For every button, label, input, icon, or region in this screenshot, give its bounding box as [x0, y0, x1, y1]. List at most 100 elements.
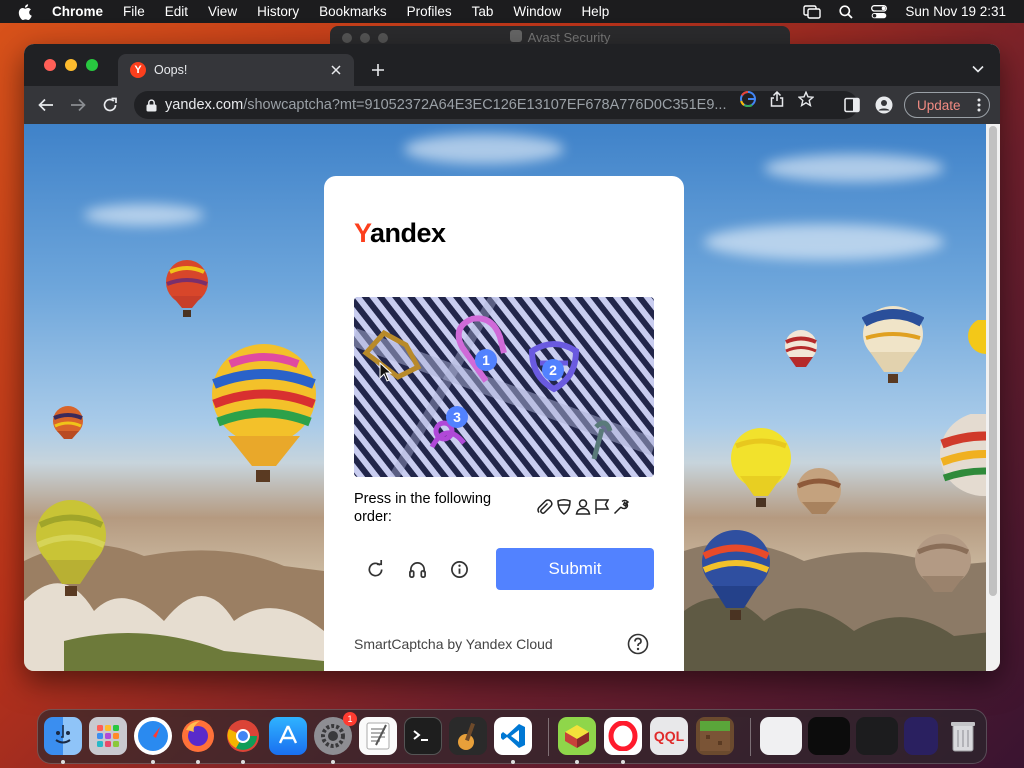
paperclip-icon — [536, 498, 554, 516]
dock-recent-window-thumbnail[interactable] — [808, 717, 850, 755]
captcha-marker-1[interactable]: 1 — [475, 349, 497, 371]
refresh-captcha-icon[interactable] — [364, 558, 386, 580]
new-tab-icon[interactable] — [368, 60, 388, 80]
menu-history[interactable]: History — [257, 4, 299, 19]
captcha-marker-2[interactable]: 2 — [542, 359, 564, 381]
google-lens-icon[interactable] — [740, 91, 756, 107]
menu-profiles[interactable]: Profiles — [407, 4, 452, 19]
dock: 1 QQL — [37, 709, 987, 764]
lock-icon[interactable] — [146, 98, 157, 112]
balloon-icon — [785, 330, 817, 367]
tab-strip: Y Oops! — [24, 44, 1000, 86]
dock-qql-icon[interactable]: QQL — [650, 717, 688, 755]
dock-recent-window-thumbnail[interactable] — [856, 717, 898, 755]
submit-button[interactable]: Submit — [496, 548, 654, 590]
more-menu-icon[interactable] — [977, 98, 981, 115]
person-icon — [574, 498, 592, 516]
svg-text:3: 3 — [453, 409, 461, 425]
help-icon[interactable] — [627, 633, 649, 655]
window-zoom-button[interactable] — [86, 59, 98, 71]
menu-help[interactable]: Help — [581, 4, 609, 19]
dock-terminal-icon[interactable] — [404, 717, 442, 755]
dock-garageband-icon[interactable] — [449, 717, 487, 755]
share-icon[interactable] — [770, 91, 784, 107]
menu-file[interactable]: File — [123, 4, 145, 19]
menu-clock[interactable]: Sun Nov 19 2:31 — [905, 4, 1006, 19]
notification-badge: 1 — [343, 712, 357, 726]
spotlight-search-icon[interactable] — [839, 4, 854, 19]
captcha-marker-3[interactable]: 3 — [446, 406, 468, 428]
balloon-icon — [968, 320, 988, 354]
dock-launchpad-icon[interactable] — [89, 717, 127, 755]
back-arrow-icon[interactable] — [36, 95, 56, 115]
menu-view[interactable]: View — [208, 4, 237, 19]
yandex-favicon-icon: Y — [130, 62, 146, 78]
dock-trash-icon[interactable] — [943, 717, 983, 755]
wrench-icon — [612, 498, 630, 516]
dock-minecraft-launcher-icon[interactable] — [558, 717, 596, 755]
svg-text:1: 1 — [482, 352, 490, 368]
url-host: yandex.com — [165, 97, 244, 113]
captcha-image[interactable]: 1 2 3 — [354, 297, 654, 477]
dock-app-store-icon[interactable] — [269, 717, 307, 755]
menu-edit[interactable]: Edit — [165, 4, 188, 19]
balloon-icon — [862, 306, 924, 383]
flag-icon — [593, 498, 611, 516]
dock-finder-icon[interactable] — [44, 717, 82, 755]
browser-toolbar: yandex.com /showcaptcha?mt=91052372A64E3… — [24, 86, 1000, 124]
dock-recent-window-thumbnail[interactable] — [904, 717, 938, 755]
forward-arrow-icon[interactable] — [68, 95, 88, 115]
shield-icon — [555, 498, 573, 516]
side-panel-icon[interactable] — [842, 95, 862, 115]
bookmark-star-icon[interactable] — [798, 91, 814, 107]
menu-tab[interactable]: Tab — [472, 4, 494, 19]
tab-search-chevron-icon[interactable] — [970, 61, 986, 77]
menu-bar: Chrome File Edit View History Bookmarks … — [0, 0, 1024, 23]
menu-app-name[interactable]: Chrome — [52, 4, 103, 19]
dock-system-settings-icon[interactable]: 1 — [314, 712, 357, 755]
info-icon[interactable] — [448, 558, 470, 580]
balloon-icon — [212, 344, 316, 482]
dock-vscode-icon[interactable] — [494, 717, 532, 755]
dock-minecraft-icon[interactable] — [696, 717, 734, 755]
yandex-logo: Yandex — [354, 218, 446, 248]
window-minimize-button[interactable] — [65, 59, 77, 71]
balloon-icon — [915, 534, 971, 592]
screen-mirroring-icon[interactable] — [803, 4, 822, 19]
balloon-icon — [796, 468, 842, 514]
balloon-icon — [940, 414, 986, 496]
balloon-icon — [731, 428, 791, 507]
menu-bookmarks[interactable]: Bookmarks — [319, 4, 387, 19]
audio-captcha-icon[interactable] — [406, 558, 428, 580]
dock-safari-icon[interactable] — [134, 717, 172, 755]
dock-firefox-icon[interactable] — [179, 717, 217, 755]
tab-title: Oops! — [154, 63, 188, 77]
dock-chrome-icon[interactable] — [224, 717, 262, 755]
balloon-icon — [166, 260, 208, 317]
control-center-icon[interactable] — [871, 4, 888, 19]
captcha-card: Yandex 1 2 3 Press in the following orde… — [324, 176, 684, 671]
update-button[interactable]: Update — [904, 92, 990, 118]
balloon-icon — [36, 500, 106, 596]
dock-opera-icon[interactable] — [604, 717, 642, 755]
page-scrollbar[interactable] — [986, 124, 1000, 671]
svg-text:2: 2 — [549, 362, 557, 378]
dock-textedit-icon[interactable] — [359, 717, 397, 755]
background-window-title: Avast Security — [527, 29, 611, 45]
tab-oops[interactable]: Y Oops! — [118, 54, 354, 86]
avast-icon — [509, 29, 522, 45]
apple-icon[interactable] — [18, 3, 34, 20]
profile-avatar-icon[interactable] — [874, 95, 894, 115]
dock-recent-window-thumbnail[interactable] — [760, 717, 802, 755]
close-tab-icon[interactable] — [328, 62, 344, 78]
browser-window: Y Oops! yandex.com /showcaptcha?mt=91052… — [24, 44, 1000, 671]
window-close-button[interactable] — [44, 59, 56, 71]
balloon-icon — [702, 530, 770, 620]
page-viewport: Yandex 1 2 3 Press in the following orde… — [24, 124, 1000, 671]
captcha-order-icons — [536, 498, 630, 516]
captcha-prompt: Press in the following order: — [354, 491, 492, 525]
url-path: /showcaptcha?mt=91052372A64E3EC126E13107… — [243, 97, 727, 113]
scrollbar-thumb[interactable] — [989, 126, 997, 596]
menu-window[interactable]: Window — [513, 4, 561, 19]
reload-icon[interactable] — [100, 95, 120, 115]
